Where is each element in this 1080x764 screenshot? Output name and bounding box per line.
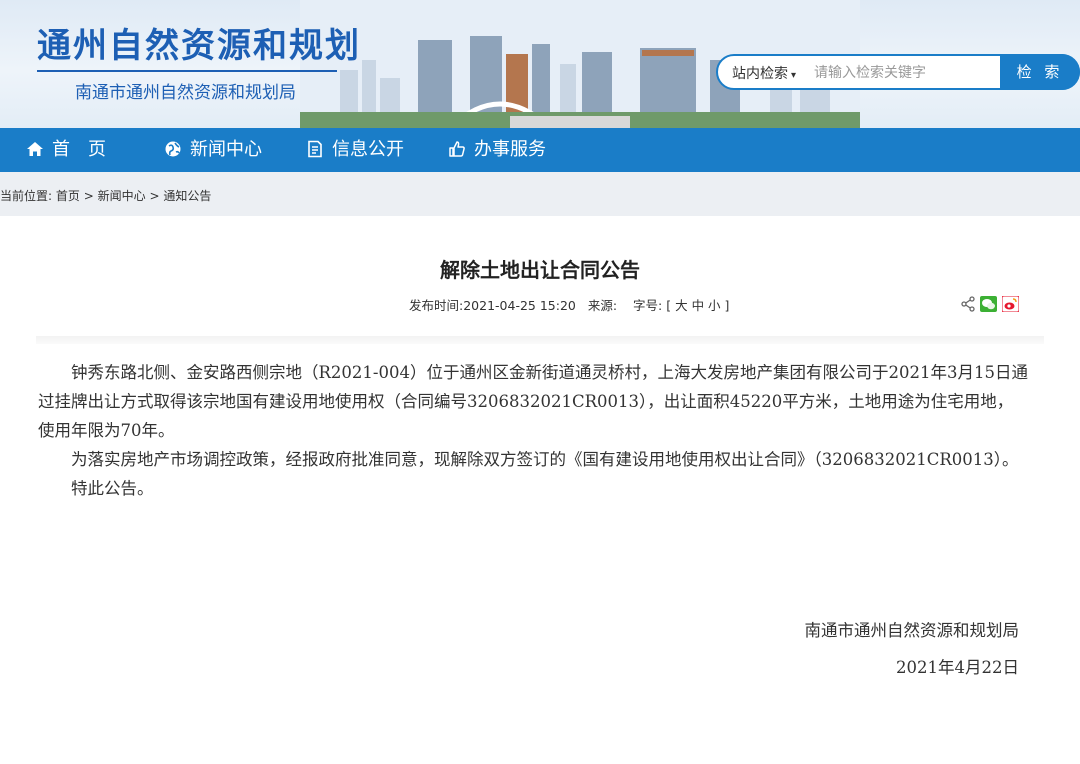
search-input[interactable]: [814, 62, 994, 84]
thumbs-up-icon: [449, 141, 465, 157]
nav-item-home[interactable]: 首 页: [26, 128, 106, 172]
site-header: 通州自然资源和规划 南通市通州自然资源和规划局 站内检索▾ 检 索: [0, 0, 1080, 128]
search-scope-label: 站内检索: [732, 66, 788, 82]
breadcrumb-link-home[interactable]: 首页: [56, 189, 80, 203]
site-subtitle: 南通市通州自然资源和规划局: [75, 83, 296, 103]
site-title: 通州自然资源和规划: [37, 26, 361, 66]
globe-icon: [165, 141, 181, 157]
breadcrumb-link-news[interactable]: 新闻中心: [98, 189, 146, 203]
share-icon[interactable]: [960, 296, 976, 312]
breadcrumb-separator: >: [83, 189, 94, 203]
search-button[interactable]: 检 索: [1000, 54, 1080, 90]
article-meta: 发布时间:2021-04-25 15:20 来源: 字号: [ 大 中 小 ]: [409, 295, 737, 314]
main-nav: 首 页 新闻中心 信息公开 办事服务: [0, 128, 1080, 172]
signature-date: 2021年4月22日: [896, 658, 1019, 677]
weibo-icon[interactable]: [1002, 296, 1019, 312]
article-paragraph: 钟秀东路北侧、金安路西侧宗地（R2021-004）位于通州区金新街道通灵桥村，上…: [38, 363, 1028, 440]
home-icon: [27, 142, 43, 156]
publish-label: 发布时间:: [409, 298, 464, 313]
article-paragraph: 为落实房地产市场调控政策，经报政府批准同意，现解除双方签订的《国有建设用地使用权…: [71, 450, 1019, 469]
nav-item-services[interactable]: 办事服务: [448, 128, 546, 172]
publish-time: 2021-04-25 15:20: [463, 298, 576, 313]
search-scope-dropdown[interactable]: 站内检索 ▾: [732, 63, 796, 83]
breadcrumb: 当前位置: 首页 > 新闻中心 > 通知公告: [0, 187, 211, 204]
nav-item-info-disclosure[interactable]: 信息公开: [306, 128, 404, 172]
chevron-down-icon: ▾: [791, 70, 797, 81]
source-label: 来源:: [587, 298, 618, 313]
breadcrumb-link-notices[interactable]: 通知公告: [163, 189, 211, 203]
nav-item-label: 新闻中心: [190, 139, 262, 160]
title-underline: [37, 70, 337, 72]
nav-item-label: 首 页: [52, 139, 106, 160]
article-paragraph: 特此公告。: [71, 479, 154, 498]
document-icon: [308, 140, 322, 158]
article-signature: 南通市通州自然资源和规划局 2021年4月22日: [0, 612, 1020, 686]
article-body: 钟秀东路北侧、金安路西侧宗地（R2021-004）位于通州区金新街道通灵桥村，上…: [38, 358, 1028, 503]
nav-item-label: 信息公开: [332, 139, 404, 160]
search-box: 站内检索▾ 检 索: [716, 54, 1080, 90]
wechat-icon[interactable]: [980, 296, 997, 312]
title-divider: [36, 336, 1044, 344]
signature-org: 南通市通州自然资源和规划局: [804, 621, 1020, 640]
article-title: 解除土地出让合同公告: [440, 258, 640, 282]
breadcrumb-bar: 当前位置: 首页 > 新闻中心 > 通知公告: [0, 172, 1080, 216]
breadcrumb-separator: >: [149, 189, 160, 203]
font-size-switcher[interactable]: [ 大 中 小 ]: [666, 298, 729, 313]
nav-item-news[interactable]: 新闻中心: [164, 128, 262, 172]
breadcrumb-prefix: 当前位置:: [0, 189, 53, 203]
font-size-label: 字号:: [633, 298, 663, 313]
share-tools: [960, 295, 1020, 313]
nav-item-label: 办事服务: [474, 139, 546, 160]
